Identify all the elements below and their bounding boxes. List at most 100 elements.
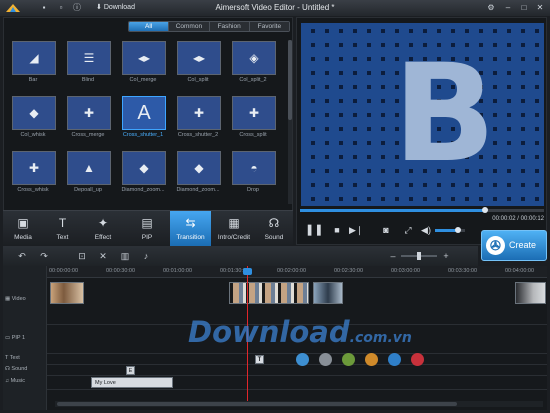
- color-dot[interactable]: [411, 353, 424, 366]
- media-icon: ▣: [17, 216, 29, 230]
- category-introcredit[interactable]: ▦ Intro/Credit: [213, 211, 255, 246]
- transition-tile[interactable]: ◈ Col_split_2: [228, 39, 278, 89]
- library-scrollbar[interactable]: [288, 40, 292, 204]
- tab-all[interactable]: All: [129, 22, 170, 31]
- fullscreen-icon[interactable]: ⤢: [401, 223, 415, 237]
- transition-tile[interactable]: A Cross_shutter_1: [118, 94, 168, 144]
- color-dot[interactable]: [388, 353, 401, 366]
- transition-tile[interactable]: ✚ Cross_merge: [63, 94, 113, 144]
- transition-tile[interactable]: ◓ Drop: [228, 149, 278, 199]
- tab-common[interactable]: Common: [169, 22, 210, 31]
- transition-tile[interactable]: ◂▸ Col_merge: [118, 39, 168, 89]
- undo-icon[interactable]: ↶: [15, 249, 29, 263]
- watermark: Download.com.vn: [188, 315, 412, 349]
- settings-icon[interactable]: ⚙: [485, 2, 497, 13]
- arrow-up-icon: ▲: [67, 151, 111, 185]
- stop-button[interactable]: ■: [330, 223, 344, 237]
- close-button[interactable]: ✕: [534, 2, 546, 13]
- time-ruler[interactable]: 00:00:00:00 00:00:30:00 00:01:00:00 00:01:3…: [47, 266, 547, 278]
- music-lane[interactable]: My Love: [47, 376, 547, 390]
- pip-track-icon: ▭: [5, 335, 12, 341]
- pip-icon: ▤: [141, 216, 153, 230]
- volume-slider[interactable]: [435, 227, 465, 233]
- blind-icon: ☰: [67, 41, 111, 75]
- track-label: Text: [9, 355, 20, 361]
- music-clip[interactable]: My Love: [91, 377, 173, 388]
- transition-tile[interactable]: ✚ Cross_split: [228, 94, 278, 144]
- volume-knob[interactable]: [454, 227, 461, 233]
- track-video: ▦ Video: [5, 296, 26, 302]
- transition-tile[interactable]: ◆ Diamond_zoom...: [173, 149, 223, 199]
- delete-icon[interactable]: ▥: [118, 249, 132, 263]
- zoom-slider[interactable]: [401, 252, 437, 260]
- col-split-icon: ◂▸: [177, 41, 221, 75]
- category-effect[interactable]: ✦ Effect: [82, 211, 124, 246]
- zoom-out-icon[interactable]: –: [386, 249, 400, 263]
- sound-clip[interactable]: E: [126, 366, 135, 375]
- volume-icon[interactable]: ◀): [419, 223, 433, 237]
- create-button[interactable]: ✇ Create: [481, 230, 547, 261]
- track-label: Sound: [11, 366, 28, 372]
- tile-label: Drop: [247, 187, 259, 193]
- color-dot[interactable]: [296, 353, 309, 366]
- ruler-tick: 00:01:00:00: [163, 268, 193, 274]
- transition-tile[interactable]: ✚ Cross_whisk: [8, 149, 58, 199]
- category-toolbar: ▣ Media T Text ✦ Effect ▤ PIP ⇆ Transition ▦ Intro/…: [3, 210, 293, 246]
- redo-icon[interactable]: ↷: [37, 249, 51, 263]
- cut-icon[interactable]: ✕: [96, 249, 110, 263]
- category-text[interactable]: T Text: [43, 211, 82, 246]
- transition-tile[interactable]: ◆ Col_whisk: [8, 94, 58, 144]
- microphone-icon[interactable]: ♪: [139, 249, 153, 263]
- transition-tile[interactable]: ◢ Bar: [8, 39, 58, 89]
- video-clip[interactable]: [515, 282, 546, 304]
- text-icon: T: [58, 216, 67, 230]
- scroll-thumb[interactable]: [288, 40, 292, 120]
- color-dot[interactable]: [365, 353, 378, 366]
- playhead-handle[interactable]: [243, 268, 252, 275]
- letter-a-icon: A: [122, 96, 166, 130]
- film-reel-icon: ✇: [486, 236, 505, 255]
- crop-icon[interactable]: ⊡: [75, 249, 89, 263]
- category-transition[interactable]: ⇆ Transition: [170, 211, 211, 246]
- tab-fashion[interactable]: Fashion: [209, 22, 250, 31]
- tile-label: Depoall_up: [74, 187, 102, 193]
- progress-knob[interactable]: [482, 207, 489, 213]
- category-media[interactable]: ▣ Media: [3, 211, 43, 246]
- diamond-zoom-in-icon: ◆: [122, 151, 166, 185]
- transition-tile[interactable]: ✚ Cross_shutter_2: [173, 94, 223, 144]
- cross-merge-icon: ✚: [67, 96, 111, 130]
- track-pip: ▭ PIP 1: [5, 335, 25, 341]
- transition-tile[interactable]: ☰ Blind: [63, 39, 113, 89]
- ruler-tick: 00:04:00:00: [505, 268, 535, 274]
- category-sound[interactable]: ☊ Sound: [255, 211, 293, 246]
- playback-progress[interactable]: [300, 207, 544, 213]
- scroll-thumb[interactable]: [57, 402, 457, 406]
- ruler-tick: 00:03:30:00: [448, 268, 478, 274]
- maximize-button[interactable]: □: [518, 2, 530, 13]
- drop-icon: ◓: [232, 151, 276, 185]
- text-clip[interactable]: T: [255, 355, 264, 364]
- color-dot[interactable]: [319, 353, 332, 366]
- snapshot-icon[interactable]: ◙: [379, 223, 393, 237]
- video-clip[interactable]: [229, 282, 309, 304]
- category-pip[interactable]: ▤ PIP: [124, 211, 170, 246]
- minimize-button[interactable]: –: [502, 2, 514, 13]
- zoom-knob[interactable]: [417, 252, 421, 260]
- category-label: Transition: [176, 234, 205, 241]
- video-clip[interactable]: [313, 282, 343, 304]
- transition-tile[interactable]: ◂▸ Col_split: [173, 39, 223, 89]
- transition-tile[interactable]: ▲ Depoall_up: [63, 149, 113, 199]
- transition-tile[interactable]: ◆ Diamond_zoom...: [118, 149, 168, 199]
- track-label: Music: [10, 378, 26, 384]
- watermark-suffix: .com.vn: [349, 330, 412, 346]
- color-dot[interactable]: [342, 353, 355, 366]
- timeline-scrollbar[interactable]: [55, 401, 543, 407]
- zoom-in-icon[interactable]: +: [439, 249, 453, 263]
- track-label: Video: [11, 296, 26, 302]
- tab-favorite[interactable]: Favorite: [249, 22, 289, 31]
- video-clip[interactable]: [50, 282, 84, 304]
- pause-button[interactable]: ❚❚: [305, 223, 323, 237]
- sound-lane[interactable]: E: [47, 365, 547, 376]
- next-frame-button[interactable]: ▶❘: [349, 223, 363, 237]
- category-label: PIP: [141, 234, 153, 241]
